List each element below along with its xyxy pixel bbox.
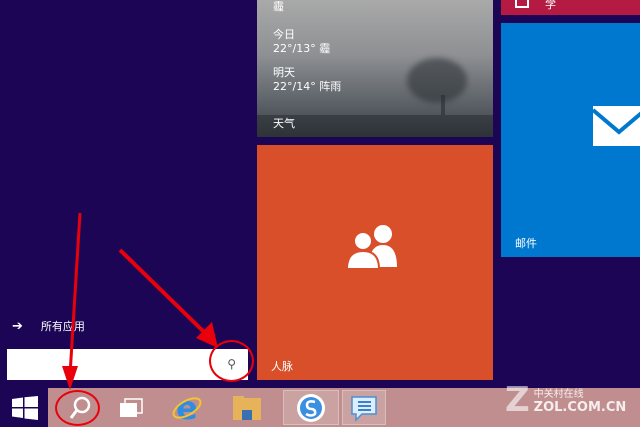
all-apps-button[interactable]: ➔ 所有应用	[12, 318, 85, 334]
watermark-cn: 中关村在线	[533, 389, 584, 400]
people-label: 人脉	[271, 360, 293, 373]
arrow-right-icon: ➔	[12, 318, 23, 334]
book-icon	[515, 0, 529, 8]
internet-explorer-button[interactable]: e	[162, 390, 212, 425]
mail-icon	[593, 106, 640, 146]
annotation-circle-search	[209, 340, 254, 382]
task-view-button[interactable]	[106, 390, 156, 425]
sogou-browser-button[interactable]	[283, 390, 339, 425]
education-label: 学	[545, 0, 556, 11]
start-button[interactable]	[0, 388, 48, 427]
education-tile[interactable]: 学	[501, 0, 640, 15]
tree-image	[407, 58, 467, 103]
weather-tomorrow-label: 明天	[273, 66, 295, 79]
task-view-icon	[120, 397, 143, 417]
zol-watermark: Z 中关村在线 ZOL.COM.CN	[505, 380, 626, 420]
all-apps-label: 所有应用	[40, 320, 85, 333]
file-explorer-button[interactable]	[222, 390, 272, 425]
weather-today-label: 今日	[273, 28, 295, 41]
svg-text:e: e	[176, 392, 198, 424]
annotation-circle-taskbar	[55, 390, 100, 426]
mail-label: 邮件	[515, 237, 537, 250]
windows-logo-icon	[12, 396, 38, 420]
people-icon	[345, 225, 397, 269]
weather-tomorrow-value: 22°/14° 阵雨	[273, 80, 342, 93]
sogou-icon	[297, 393, 325, 422]
weather-current: 霾	[273, 0, 284, 13]
people-tile[interactable]: 人脉	[257, 145, 493, 380]
weather-tile[interactable]: 霾 今日 22°/13° 霾 明天 22°/14° 阵雨 天气	[257, 0, 493, 137]
chat-list-icon	[351, 395, 377, 422]
annotation-arrow-right	[118, 248, 207, 335]
folder-icon	[233, 395, 261, 420]
watermark-en: ZOL.COM.CN	[533, 400, 627, 415]
messaging-app-button[interactable]	[342, 390, 386, 425]
internet-explorer-icon: e	[172, 392, 202, 424]
mail-tile[interactable]: 邮件	[501, 23, 640, 257]
weather-label: 天气	[273, 117, 295, 130]
weather-today-value: 22°/13° 霾	[273, 42, 331, 55]
zol-logo-icon: Z	[505, 380, 530, 420]
